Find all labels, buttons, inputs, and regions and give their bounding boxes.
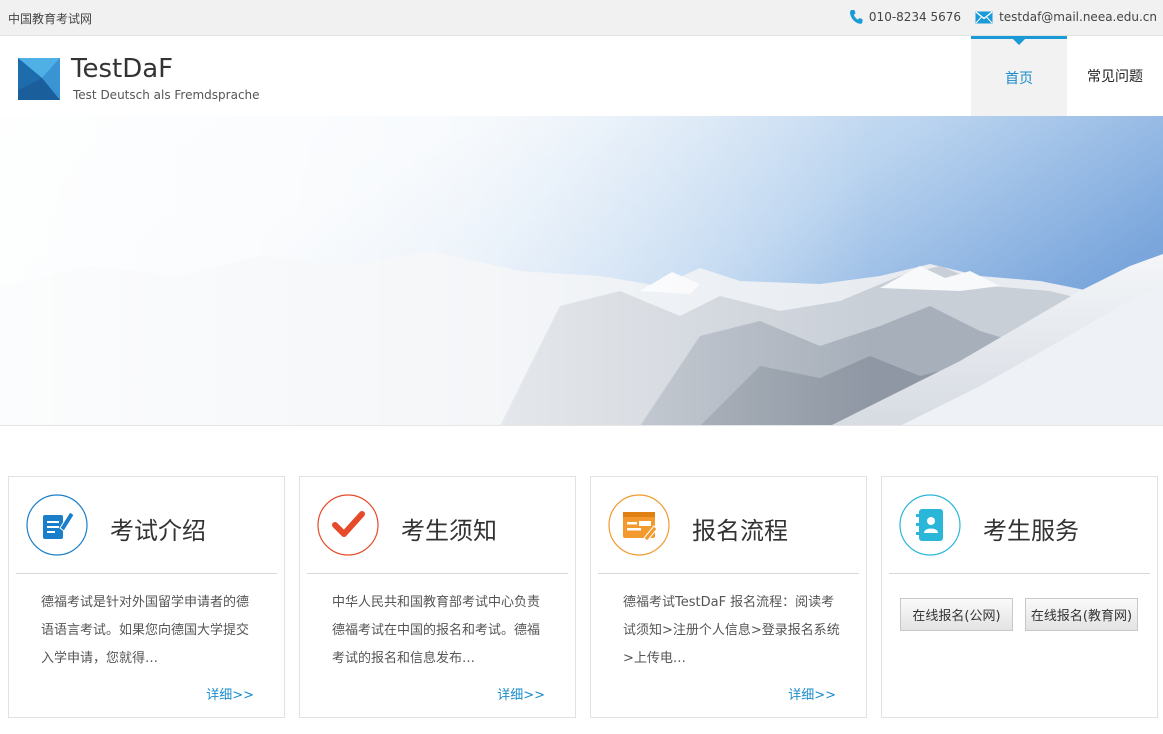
card-divider [889, 573, 1150, 574]
details-link[interactable]: 详细>> [788, 684, 836, 703]
mail-icon [975, 10, 993, 23]
card-description: 德福考试是针对外国留学申请者的德语语言考试。如果您向德国大学提交入学申请，您就得… [41, 595, 250, 666]
card-title: 报名流程 [692, 517, 788, 545]
card-divider [598, 573, 859, 574]
brand-subtitle: Test Deutsch als Fremdsprache [73, 88, 260, 102]
nav-tab-faq[interactable]: 常见问题 [1067, 36, 1163, 116]
card-registration-process: 报名流程 德福考试TestDaF 报名流程：阅读考试须知>注册个人信息>登录报名… [590, 476, 867, 718]
site-header: TestDaF Test Deutsch als Fremdsprache 首页… [0, 36, 1163, 116]
phone-number: 010-8234 5676 [868, 10, 962, 24]
card-divider [16, 573, 277, 574]
contact-info: 010-8234 5676 testdaf@mail.neea.edu.cn [835, 9, 1157, 25]
online-registration-public-button[interactable]: 在线报名(公网) [900, 598, 1013, 631]
nav-tab-label: 首页 [1005, 70, 1033, 87]
card-candidate-notice: 考生须知 中华人民共和国教育部考试中心负责德福考试在中国的报名和考试。德福考试的… [299, 476, 576, 718]
hero-banner [0, 116, 1163, 426]
testdaf-logo[interactable] [18, 58, 60, 100]
card-exam-intro: 考试介绍 德福考试是针对外国留学申请者的德语语言考试。如果您向德国大学提交入学申… [8, 476, 285, 718]
document-pen-icon [26, 494, 88, 556]
email-address[interactable]: testdaf@mail.neea.edu.cn [999, 10, 1157, 24]
mountain-landscape-image [0, 116, 1163, 425]
phone-contact: 010-8234 5676 [849, 9, 961, 25]
checkmark-icon [317, 494, 379, 556]
brand-name: TestDaF [71, 54, 174, 84]
card-title: 考生服务 [983, 517, 1079, 545]
card-description: 中华人民共和国教育部考试中心负责德福考试在中国的报名和考试。德福考试的报名和信息… [332, 595, 541, 666]
main-nav: 首页 常见问题 [971, 36, 1163, 116]
email-contact: testdaf@mail.neea.edu.cn [975, 10, 1157, 24]
phone-icon [849, 10, 863, 24]
site-name-link[interactable]: 中国教育考试网 [8, 10, 92, 27]
contact-book-icon [899, 494, 961, 556]
form-icon [608, 494, 670, 556]
card-title: 考生须知 [401, 517, 497, 545]
card-divider [307, 573, 568, 574]
online-registration-edu-button[interactable]: 在线报名(教育网) [1025, 598, 1138, 631]
card-title: 考试介绍 [110, 517, 206, 545]
details-link[interactable]: 详细>> [206, 684, 254, 703]
card-candidate-services: 考生服务 在线报名(公网) 在线报名(教育网) [881, 476, 1158, 718]
card-description: 德福考试TestDaF 报名流程：阅读考试须知>注册个人信息>登录报名系统>上传… [623, 595, 840, 666]
active-caret-icon [1013, 39, 1025, 45]
nav-tab-home[interactable]: 首页 [971, 36, 1067, 116]
nav-tab-label: 常见问题 [1087, 69, 1143, 85]
top-bar: 中国教育考试网 010-8234 5676 testdaf@mail.neea.… [0, 0, 1163, 36]
details-link[interactable]: 详细>> [497, 684, 545, 703]
